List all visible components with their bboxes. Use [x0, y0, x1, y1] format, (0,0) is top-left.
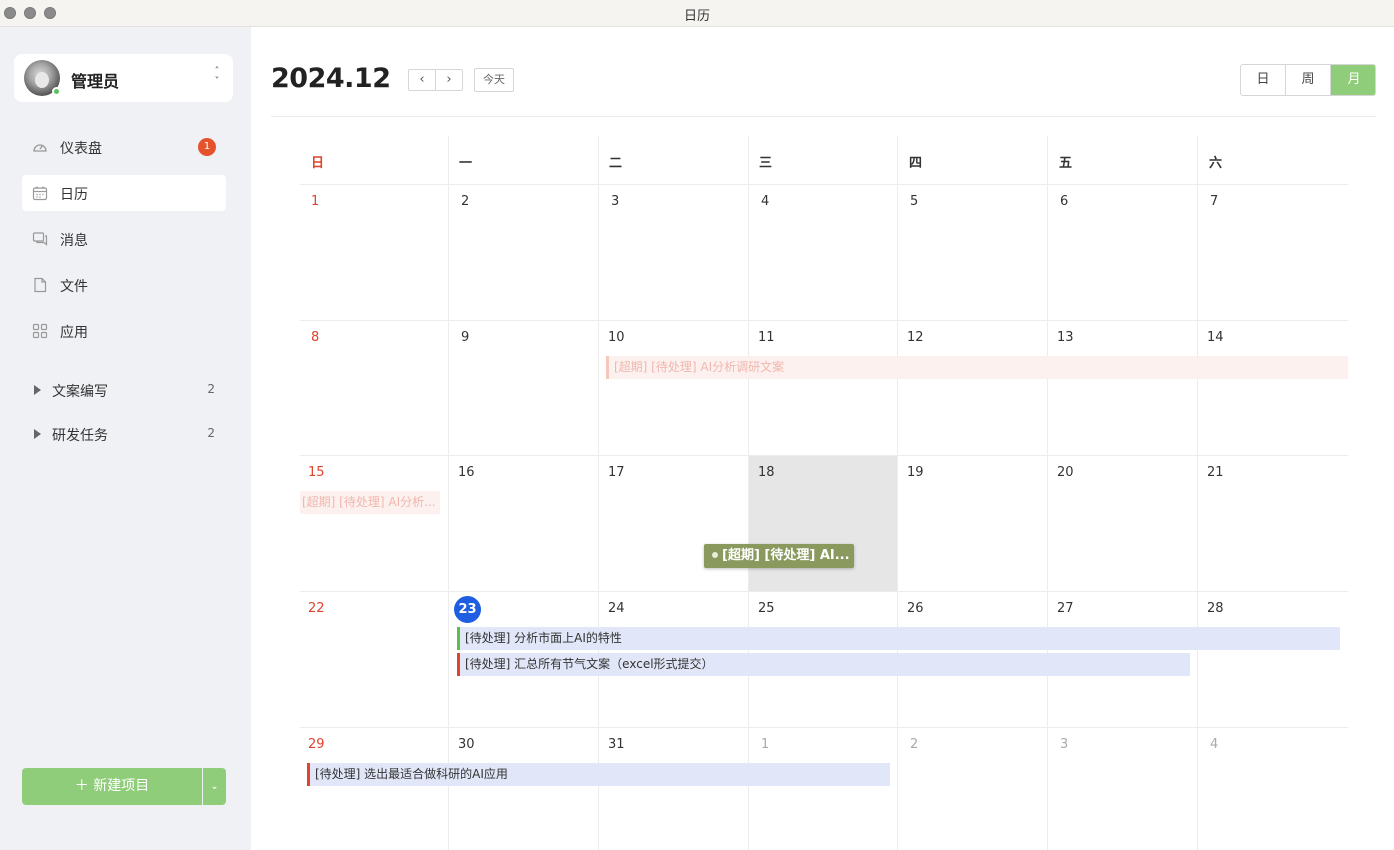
drag-dot-icon — [712, 551, 718, 558]
dragging-event[interactable]: [超期] [待处理] AI... — [704, 544, 854, 568]
new-project-button[interactable]: ＋ 新建项目 — [22, 768, 202, 805]
day-number[interactable]: 31 — [608, 737, 625, 752]
file-icon — [34, 277, 47, 293]
user-name: 管理员 — [71, 72, 120, 91]
calendar-event[interactable]: [超期] [待处理] AI分析调研文案 — [606, 356, 1348, 379]
calendar-event[interactable]: [待处理] 汇总所有节气文案（excel形式提交） — [457, 653, 1190, 676]
month-title: 2024.12 — [271, 63, 391, 94]
day-number[interactable]: 4 — [1210, 737, 1218, 752]
group-label: 研发任务 — [52, 428, 108, 444]
sidebar-item-files[interactable]: 文件 — [22, 267, 226, 303]
day-number[interactable]: 10 — [608, 330, 625, 345]
day-number[interactable]: 24 — [608, 601, 625, 616]
day-number[interactable]: 26 — [907, 601, 924, 616]
sidebar-item-messages[interactable]: 消息 — [22, 221, 226, 257]
message-icon — [32, 232, 48, 246]
group-copywriting[interactable]: 文案编写 2 — [22, 375, 226, 405]
header-divider — [271, 116, 1376, 117]
sidebar: 管理员 ˄ ˅ 仪表盘 1 日历 消息 文件 应用 文案编写 2 研发任务 2 — [0, 27, 251, 850]
day-number[interactable]: 14 — [1207, 330, 1224, 345]
notification-badge: 1 — [198, 138, 216, 156]
sidebar-item-label: 消息 — [60, 233, 88, 249]
day-number[interactable]: 6 — [1060, 194, 1068, 209]
calendar-icon — [32, 186, 48, 201]
calendar-event[interactable]: [待处理] 选出最适合做科研的AI应用 — [307, 763, 890, 786]
today-day-number[interactable]: 23 — [454, 596, 481, 623]
dashboard-icon — [33, 144, 47, 152]
weekday-header: 二 — [609, 156, 623, 171]
sidebar-item-calendar[interactable]: 日历 — [22, 175, 226, 211]
today-button[interactable]: 今天 — [474, 68, 514, 92]
new-project-dropdown-button[interactable]: ⌄ — [203, 768, 226, 805]
group-label: 文案编写 — [52, 384, 108, 400]
day-number[interactable]: 17 — [608, 465, 625, 480]
sidebar-item-dashboard[interactable]: 仪表盘 1 — [22, 129, 226, 165]
next-month-button[interactable]: › — [435, 69, 463, 91]
chevron-down-icon: ⌄ — [210, 781, 219, 792]
calendar-event[interactable]: [待处理] 分析市面上AI的特性 — [457, 627, 1340, 650]
view-week-button[interactable]: 周 — [1286, 65, 1331, 95]
weekday-header: 六 — [1209, 156, 1223, 171]
day-number[interactable]: 3 — [1060, 737, 1068, 752]
prev-month-button[interactable]: ‹ — [408, 69, 436, 91]
group-count: 2 — [207, 382, 215, 396]
view-month-button[interactable]: 月 — [1331, 65, 1375, 95]
day-number[interactable]: 30 — [458, 737, 475, 752]
view-day-button[interactable]: 日 — [1241, 65, 1286, 95]
user-switcher[interactable]: 管理员 ˄ ˅ — [14, 54, 233, 102]
day-number[interactable]: 15 — [308, 465, 325, 480]
sidebar-item-label: 仪表盘 — [60, 141, 102, 157]
expand-triangle-icon — [34, 429, 41, 439]
day-number[interactable]: 13 — [1057, 330, 1074, 345]
online-status-dot — [52, 87, 61, 96]
day-number[interactable]: 25 — [758, 601, 775, 616]
sidebar-item-label: 应用 — [60, 325, 88, 341]
day-number[interactable]: 4 — [761, 194, 769, 209]
calendar-event[interactable]: [超期] [待处理] AI分析... — [300, 491, 440, 514]
view-switcher: 日 周 月 — [1240, 64, 1376, 96]
dragging-event-label: [超期] [待处理] AI... — [722, 548, 850, 563]
sidebar-item-label: 文件 — [60, 279, 88, 295]
day-number[interactable]: 7 — [1210, 194, 1218, 209]
title-bar: 日历 — [0, 0, 1394, 27]
day-number[interactable]: 19 — [907, 465, 924, 480]
weekday-header: 三 — [759, 156, 773, 171]
day-number[interactable]: 2 — [461, 194, 469, 209]
sidebar-item-apps[interactable]: 应用 — [22, 313, 226, 349]
day-number[interactable]: 18 — [758, 465, 775, 480]
day-number[interactable]: 3 — [611, 194, 619, 209]
weekday-header: 四 — [909, 156, 923, 171]
day-number[interactable]: 1 — [761, 737, 769, 752]
day-number[interactable]: 22 — [308, 601, 325, 616]
weekday-header: 五 — [1059, 156, 1073, 171]
window-title: 日历 — [683, 9, 710, 24]
day-number[interactable]: 12 — [907, 330, 924, 345]
weekday-header: 日 — [311, 156, 325, 171]
day-number[interactable]: 2 — [910, 737, 918, 752]
group-dev-tasks[interactable]: 研发任务 2 — [22, 419, 226, 449]
day-number[interactable]: 11 — [758, 330, 775, 345]
day-number[interactable]: 29 — [308, 737, 325, 752]
day-number[interactable]: 8 — [311, 330, 319, 345]
day-number[interactable]: 1 — [311, 194, 319, 209]
day-number[interactable]: 16 — [458, 465, 475, 480]
day-number[interactable]: 20 — [1057, 465, 1074, 480]
day-number[interactable]: 27 — [1057, 601, 1074, 616]
group-count: 2 — [207, 426, 215, 440]
day-number[interactable]: 21 — [1207, 465, 1224, 480]
chevron-updown-icon: ˄ ˅ — [214, 66, 220, 87]
day-number[interactable]: 28 — [1207, 601, 1224, 616]
apps-icon — [32, 323, 48, 339]
sidebar-item-label: 日历 — [60, 187, 88, 203]
day-number[interactable]: 5 — [910, 194, 918, 209]
weekday-header: 一 — [459, 156, 473, 171]
expand-triangle-icon — [34, 385, 41, 395]
day-number[interactable]: 9 — [461, 330, 469, 345]
